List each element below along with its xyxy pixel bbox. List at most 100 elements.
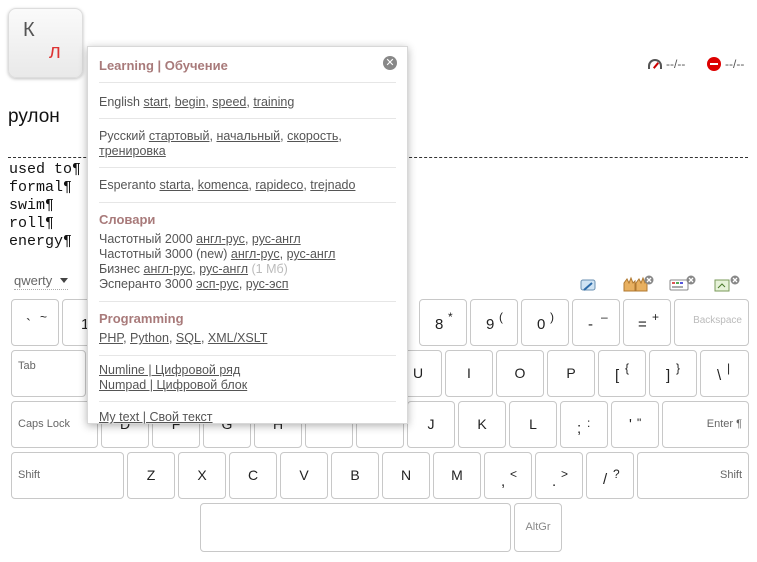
- key-right-bracket[interactable]: ]}: [649, 350, 697, 397]
- numpad-link[interactable]: Numpad | Цифровой блок: [99, 378, 247, 392]
- dict3-size-note: (1 Мб): [251, 262, 288, 276]
- english-link-start[interactable]: start: [143, 95, 167, 109]
- app-logo[interactable]: К л: [8, 8, 83, 78]
- key-backspace[interactable]: Backspace: [674, 299, 749, 346]
- menu-english-row: English start, begin, speed, training: [99, 83, 396, 119]
- errors-indicator: --/--: [707, 57, 744, 71]
- dict-row: Частотный 3000 (new) англ-рус, рус-англ: [99, 247, 336, 261]
- esperanto-link-trejnado[interactable]: trejnado: [310, 178, 355, 192]
- russian-label: Русский: [99, 129, 146, 143]
- current-word: рулон: [8, 106, 60, 127]
- key-p[interactable]: P: [547, 350, 595, 397]
- key-left-bracket[interactable]: [{: [598, 350, 646, 397]
- logo-letter-l: л: [49, 41, 61, 63]
- speed-indicator: --/--: [648, 57, 685, 71]
- key-o[interactable]: O: [496, 350, 544, 397]
- russian-link-speed[interactable]: скорость: [287, 129, 338, 143]
- key-space[interactable]: [200, 503, 511, 552]
- key-quote[interactable]: ' ": [611, 401, 659, 448]
- dict1-link-en-ru[interactable]: англ-рус: [196, 232, 245, 246]
- key-caps-lock[interactable]: Caps Lock: [11, 401, 98, 448]
- key-comma[interactable]: , <: [484, 452, 532, 499]
- dict4-link-ru-eo[interactable]: рус-эсп: [246, 277, 289, 291]
- key-shift-right[interactable]: Shift: [637, 452, 749, 499]
- dict-title: Словари: [99, 212, 156, 227]
- keyboard-icon[interactable]: [669, 275, 697, 293]
- keyboard-lang-icon[interactable]: [580, 278, 598, 294]
- key-equals[interactable]: = +: [623, 299, 671, 346]
- key-l[interactable]: L: [509, 401, 557, 448]
- prog-link-php[interactable]: PHP: [99, 331, 123, 345]
- dict2-link-en-ru[interactable]: англ-рус: [231, 247, 280, 261]
- dict-row: Частотный 2000 англ-рус, рус-англ: [99, 232, 301, 246]
- errors-value: --/--: [725, 57, 745, 71]
- dict1-link-ru-en[interactable]: рус-англ: [252, 232, 301, 246]
- esperanto-link-rapideco[interactable]: rapideco: [255, 178, 303, 192]
- key-semicolon[interactable]: ;:: [560, 401, 608, 448]
- exercise-line: swim¶: [9, 197, 55, 214]
- menu-learning-title: Learning | Обучение: [99, 58, 228, 73]
- key-v[interactable]: V: [280, 452, 328, 499]
- key-shift-left[interactable]: Shift: [11, 452, 124, 499]
- speedometer-icon: [648, 59, 662, 69]
- key-slash[interactable]: /?: [586, 452, 634, 499]
- exercise-line: used to¶: [9, 161, 82, 178]
- dict2-link-ru-en[interactable]: рус-англ: [287, 247, 336, 261]
- no-entry-icon: [707, 57, 721, 71]
- menu-mytext: My text | Свой текст: [99, 402, 396, 424]
- esperanto-link-starta[interactable]: starta: [159, 178, 190, 192]
- prog-link-python[interactable]: Python: [130, 331, 169, 345]
- english-label: English: [99, 95, 140, 109]
- dict-row: Бизнес англ-рус, рус-англ (1 Мб): [99, 262, 288, 276]
- english-link-begin[interactable]: begin: [175, 95, 206, 109]
- russian-link-start[interactable]: стартовый: [149, 129, 210, 143]
- menu-russian-row: Русский стартовый, начальный, скорость, …: [99, 119, 396, 168]
- key-9[interactable]: 9 (: [470, 299, 518, 346]
- key-i[interactable]: I: [445, 350, 493, 397]
- exercise-line: energy¶: [9, 233, 73, 250]
- logo-letter-k: К: [23, 19, 35, 41]
- dict3-link-en-ru[interactable]: англ-рус: [144, 262, 193, 276]
- layout-value: qwerty: [14, 273, 53, 288]
- close-icon[interactable]: ✕: [383, 56, 397, 70]
- key-backslash[interactable]: \ |: [700, 350, 749, 397]
- key-enter[interactable]: Enter ¶: [662, 401, 749, 448]
- key-k[interactable]: K: [458, 401, 506, 448]
- chevron-down-icon: [60, 278, 69, 283]
- dict3-link-ru-en[interactable]: рус-англ: [199, 262, 248, 276]
- key-8[interactable]: 8 *: [419, 299, 467, 346]
- prog-link-sql[interactable]: SQL: [176, 331, 201, 345]
- esperanto-label: Esperanto: [99, 178, 156, 192]
- key-z[interactable]: Z: [127, 452, 175, 499]
- lessons-menu: ✕ Learning | Обучение English start, beg…: [87, 46, 408, 424]
- layout-select[interactable]: qwerty: [14, 273, 69, 290]
- english-link-speed[interactable]: speed: [212, 95, 246, 109]
- image-icon[interactable]: [714, 275, 742, 293]
- russian-link-training[interactable]: тренировка: [99, 144, 166, 158]
- esperanto-link-komenca[interactable]: komenca: [198, 178, 249, 192]
- key-m[interactable]: M: [433, 452, 481, 499]
- menu-dictionaries: Словари Частотный 2000 англ-рус, рус-анг…: [99, 203, 396, 302]
- english-link-training[interactable]: training: [253, 95, 294, 109]
- exercise-lines: used to¶ formal¶ swim¶ roll¶ energy¶: [9, 161, 81, 251]
- exercise-line: roll¶: [9, 215, 55, 232]
- numline-link[interactable]: Numline | Цифровой ряд: [99, 363, 240, 377]
- key-period[interactable]: . >: [535, 452, 583, 499]
- speed-value: --/--: [666, 57, 686, 71]
- russian-link-begin[interactable]: начальный: [216, 129, 280, 143]
- key-j[interactable]: J: [407, 401, 455, 448]
- key-altgr[interactable]: AltGr: [514, 503, 562, 552]
- my-text-link[interactable]: My text | Свой текст: [99, 410, 213, 424]
- key-backtick[interactable]: ` ~: [11, 299, 59, 346]
- key-minus[interactable]: - –: [572, 299, 620, 346]
- key-b[interactable]: B: [331, 452, 379, 499]
- key-tab[interactable]: Tab: [11, 350, 86, 397]
- menu-esperanto-row: Esperanto starta, komenca, rapideco, tre…: [99, 168, 396, 203]
- key-0[interactable]: 0 ): [521, 299, 569, 346]
- dict4-link-eo-ru[interactable]: эсп-рус: [196, 277, 239, 291]
- hands-icon[interactable]: [622, 275, 654, 293]
- key-x[interactable]: X: [178, 452, 226, 499]
- key-n[interactable]: N: [382, 452, 430, 499]
- key-c[interactable]: C: [229, 452, 277, 499]
- prog-link-xml[interactable]: XML/XSLT: [208, 331, 268, 345]
